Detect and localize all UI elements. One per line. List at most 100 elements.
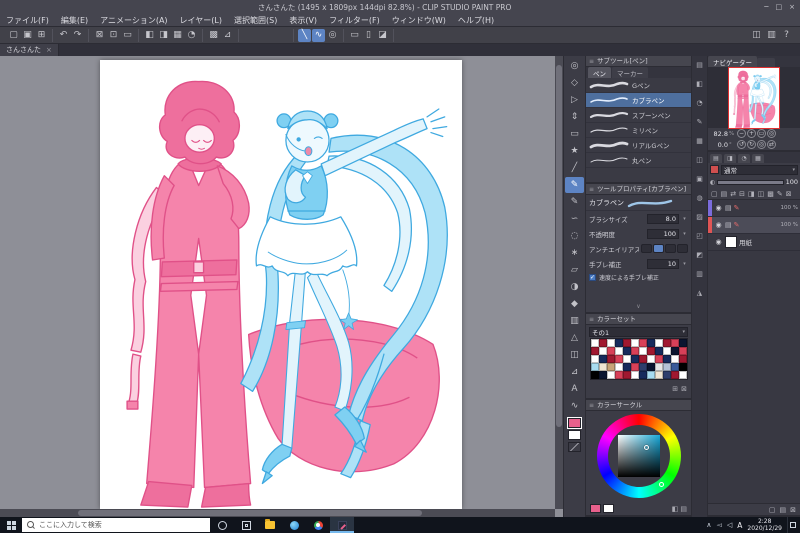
color-swatch[interactable] — [662, 347, 671, 355]
edge-icon[interactable] — [282, 517, 306, 533]
brush-item[interactable]: カブラペン — [586, 93, 691, 108]
aa-middle-button[interactable] — [665, 244, 676, 253]
color-swatch[interactable] — [606, 363, 615, 371]
color-swatch[interactable] — [662, 363, 671, 371]
brush-item[interactable]: スプーンペン — [586, 108, 691, 123]
menu-item-2[interactable]: 編集(E) — [55, 15, 94, 26]
layer-footer-delete-icon[interactable]: ⊠ — [790, 506, 796, 514]
recent-color-chip[interactable] — [590, 504, 601, 513]
color-swatch[interactable] — [614, 339, 623, 347]
zoom-tool[interactable]: ◎ — [565, 58, 584, 74]
color-swatch[interactable] — [590, 347, 599, 355]
brush-tool[interactable]: ∽ — [565, 211, 584, 227]
vertical-scrollbar[interactable] — [555, 56, 563, 509]
color-swatch[interactable] — [646, 371, 655, 379]
combine-layer-icon[interactable]: ⊟ — [739, 190, 745, 198]
main-color-swatch[interactable] — [567, 417, 582, 429]
color-swatch[interactable] — [598, 347, 607, 355]
color-swatch[interactable] — [638, 371, 647, 379]
figure-tool[interactable]: △ — [565, 330, 584, 346]
new-file-icon[interactable]: ▢ — [7, 29, 20, 42]
layer-row-paper[interactable]: ◉ 用紙 — [708, 234, 800, 251]
layer-color-swatch[interactable] — [710, 165, 719, 174]
color-swatch[interactable] — [638, 363, 647, 371]
brush-item[interactable]: 丸ペン — [586, 153, 691, 168]
subtool-tab-2[interactable]: マーカー — [612, 67, 648, 78]
animation-cels-tab[interactable]: ▦ — [752, 154, 764, 163]
color-swatch[interactable] — [654, 339, 663, 347]
text-tool[interactable]: A — [565, 381, 584, 397]
actual-size-button[interactable]: ◎ — [767, 129, 776, 138]
color-swatch[interactable] — [622, 363, 631, 371]
hue-marker[interactable] — [658, 482, 664, 487]
start-button[interactable] — [0, 517, 22, 533]
dock-pattern-icon[interactable]: ▦ — [696, 137, 703, 145]
color-swatch[interactable] — [678, 371, 687, 379]
clip-studio-taskbar-icon[interactable] — [330, 517, 354, 533]
dock-material-icon[interactable]: ◧ — [696, 80, 703, 88]
panel-menu-icon[interactable]: ≡ — [589, 184, 594, 195]
document-tab[interactable]: さんさんた × — [0, 44, 59, 56]
transfer-layer-icon[interactable]: ⇄ — [730, 190, 736, 198]
eraser-tool[interactable]: ▱ — [565, 262, 584, 278]
color-swatch[interactable] — [646, 363, 655, 371]
color-swatch[interactable] — [598, 339, 607, 347]
menu-item-4[interactable]: レイヤー(L) — [174, 15, 228, 26]
layer-property-tab[interactable]: ◨ — [724, 154, 736, 163]
color-swatch[interactable] — [662, 339, 671, 347]
color-swatch[interactable] — [590, 355, 599, 363]
color-swatch[interactable] — [678, 355, 687, 363]
zoom-in-button[interactable]: + — [747, 129, 756, 138]
color-swatch[interactable] — [598, 355, 607, 363]
redo-icon[interactable]: ↷ — [71, 29, 84, 42]
operation-tool[interactable]: ▷ — [565, 92, 584, 108]
cut-icon[interactable]: ⊠ — [93, 29, 106, 42]
dock-layout-icon[interactable]: ◰ — [696, 232, 703, 240]
add-color-icon[interactable]: ⊞ — [672, 385, 678, 393]
color-swatch[interactable] — [598, 371, 607, 379]
aa-weak-button[interactable] — [653, 244, 664, 253]
open-file-icon[interactable]: ▣ — [21, 29, 34, 42]
recent-color-chip[interactable] — [603, 504, 614, 513]
move-canvas-tool[interactable]: ◇ — [565, 75, 584, 91]
ime-indicator[interactable]: A — [737, 521, 742, 530]
blend-mode-select[interactable]: 通常 ▾ — [721, 164, 798, 175]
brush-item[interactable]: Gペン — [586, 78, 691, 93]
color-swatch[interactable] — [638, 339, 647, 347]
color-swatch[interactable] — [670, 355, 679, 363]
dock-history-icon[interactable]: ◔ — [696, 99, 702, 107]
dock-quick-access-icon[interactable]: ▤ — [696, 61, 703, 69]
sub-color-swatch[interactable] — [568, 430, 581, 440]
rotate-left-button[interactable]: ↺ — [737, 140, 746, 149]
color-swatch[interactable] — [678, 363, 687, 371]
selection-tool[interactable]: ▭ — [565, 126, 584, 142]
undo-icon[interactable]: ↶ — [57, 29, 70, 42]
lock-alpha-icon[interactable]: ▩ — [767, 190, 774, 198]
color-swatch[interactable] — [590, 339, 599, 347]
subtool-tab-1[interactable]: ペン — [588, 67, 611, 78]
color-swatch[interactable] — [670, 371, 679, 379]
color-swatch[interactable] — [646, 355, 655, 363]
layer-move-tool[interactable]: ⇕ — [565, 109, 584, 125]
visibility-icon[interactable]: ◉ — [714, 221, 723, 229]
menu-item-7[interactable]: フィルター(F) — [323, 15, 386, 26]
help-icon[interactable]: ? — [780, 29, 793, 42]
delete-layer-icon[interactable]: ⊠ — [786, 190, 792, 198]
menu-item-5[interactable]: 選択範囲(S) — [228, 15, 283, 26]
color-swatch[interactable] — [622, 371, 631, 379]
color-swatch[interactable] — [670, 363, 679, 371]
snap-to-ruler-icon[interactable]: ╲ — [298, 28, 311, 42]
ruler-toggle-icon[interactable]: ⊿ — [221, 29, 234, 42]
color-swatch[interactable] — [646, 339, 655, 347]
brush-size-stepper[interactable]: ▾ — [681, 216, 688, 222]
rotate-view-icon[interactable]: ◔ — [185, 29, 198, 42]
color-swatch[interactable] — [614, 347, 623, 355]
menu-item-1[interactable]: ファイル(F) — [0, 15, 55, 26]
sv-square[interactable] — [617, 435, 660, 477]
tray-expand-icon[interactable]: ∧ — [706, 521, 711, 529]
color-swatch[interactable] — [678, 339, 687, 347]
color-swatch[interactable] — [678, 347, 687, 355]
grid-icon[interactable]: ▩ — [207, 29, 220, 42]
layer-footer-folder-icon[interactable]: ▤ — [780, 506, 787, 514]
panel-menu-icon[interactable]: ≡ — [589, 400, 594, 411]
